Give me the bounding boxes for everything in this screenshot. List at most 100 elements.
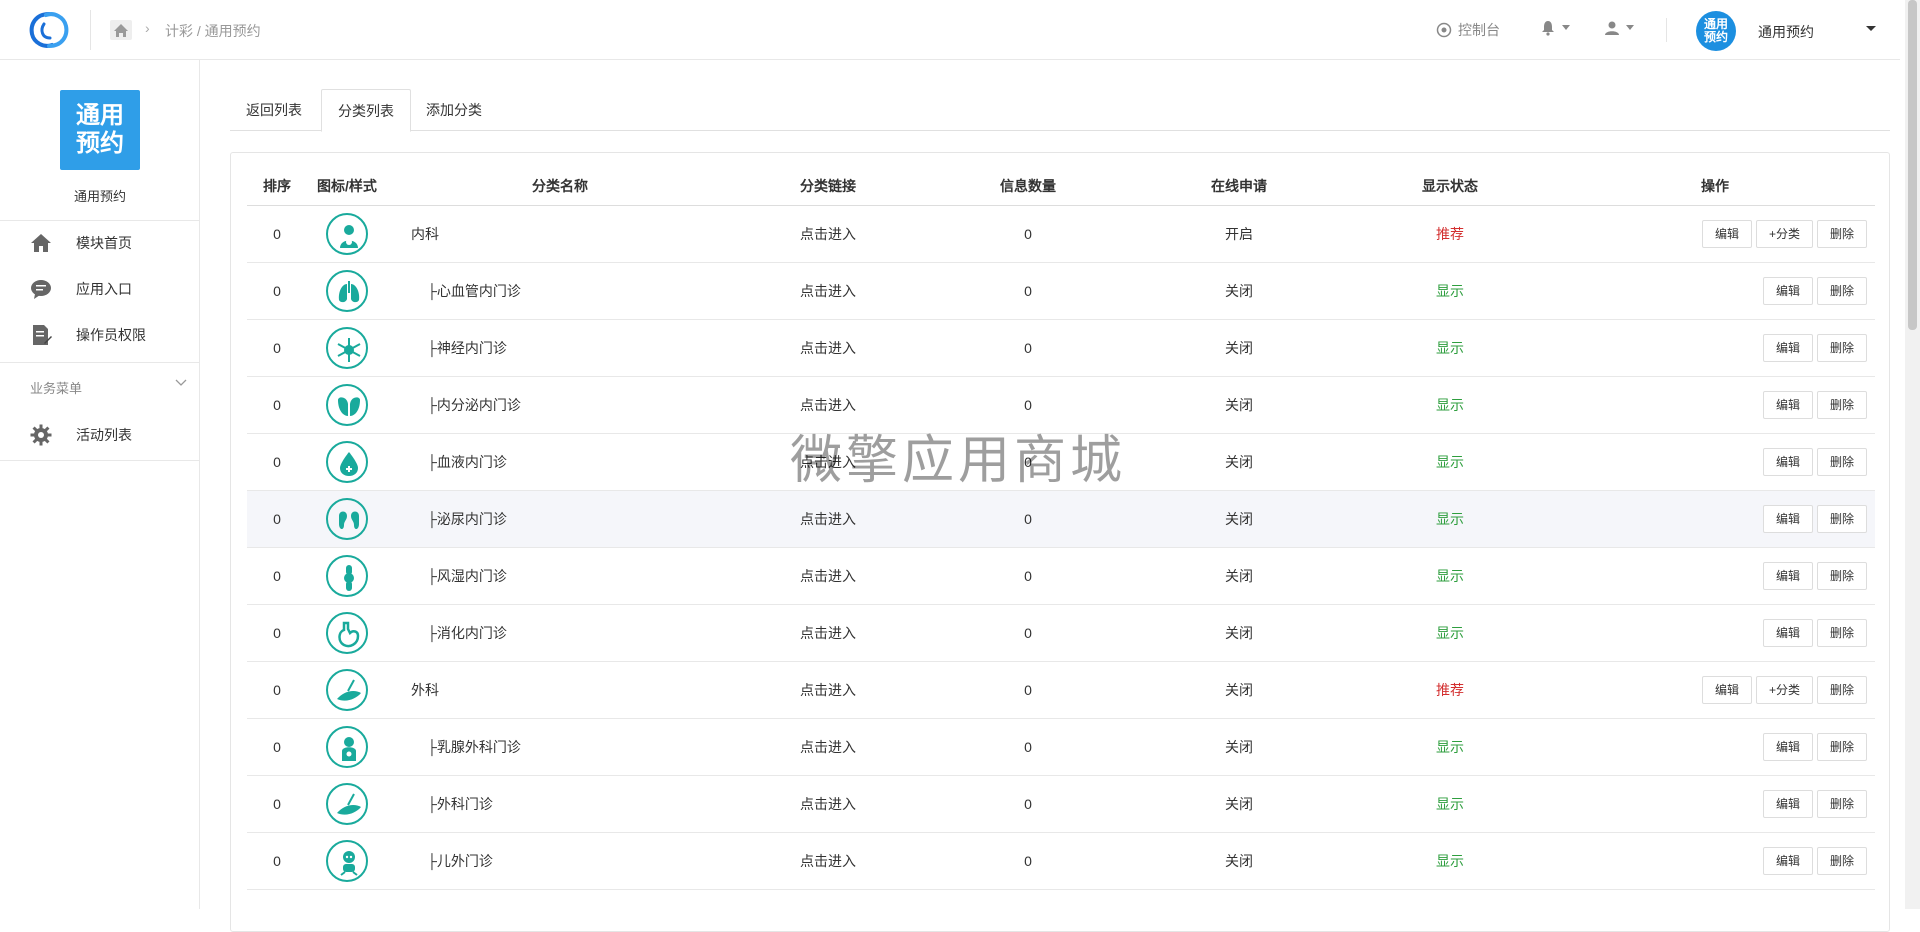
home-icon[interactable]: [110, 20, 132, 40]
display-status: 显示: [1345, 832, 1555, 890]
column-header: 排序: [247, 167, 307, 206]
column-header: 操作: [1555, 167, 1875, 206]
icon-cell: [307, 775, 387, 833]
sidebar-item-app-entry[interactable]: 应用入口: [0, 266, 200, 312]
endocrine-icon: [326, 383, 368, 426]
category-name: ├儿外门诊: [387, 832, 733, 890]
info-count: 0: [923, 319, 1133, 377]
brand-logo-icon[interactable]: [26, 10, 72, 50]
icon-cell: [307, 718, 387, 776]
actions-cell: 编辑 删除: [1555, 490, 1875, 548]
edit-button[interactable]: 编辑: [1762, 333, 1813, 362]
caret-down-icon[interactable]: [1866, 26, 1876, 31]
blood-drop-icon: [326, 440, 368, 483]
delete-button[interactable]: 删除: [1816, 219, 1867, 248]
delete-button[interactable]: 删除: [1816, 846, 1867, 875]
info-count: 0: [923, 376, 1133, 434]
category-link[interactable]: 点击进入: [733, 433, 923, 491]
info-count: 0: [923, 490, 1133, 548]
joint-icon: [326, 554, 368, 597]
divider: [1666, 18, 1667, 42]
category-name: ├心血管内门诊: [387, 262, 733, 320]
edit-button[interactable]: 编辑: [1762, 447, 1813, 476]
online-apply-status: 关闭: [1133, 319, 1345, 377]
notifications-dropdown[interactable]: [1540, 20, 1570, 36]
display-status: 显示: [1345, 547, 1555, 605]
table-row: 0 ├血液内门诊 点击进入 0 关闭 显示 编辑 删除: [247, 433, 1875, 491]
edit-button[interactable]: 编辑: [1762, 561, 1813, 590]
edit-button[interactable]: 编辑: [1762, 390, 1813, 419]
edit-button[interactable]: 编辑: [1762, 276, 1813, 305]
delete-button[interactable]: 删除: [1816, 276, 1867, 305]
tab-category-list[interactable]: 分类列表: [321, 89, 411, 132]
chevron-right-icon: ›: [145, 20, 150, 36]
user-menu-dropdown[interactable]: [1604, 20, 1634, 36]
chevron-down-icon[interactable]: [175, 378, 187, 388]
edit-button[interactable]: 编辑: [1762, 618, 1813, 647]
category-table-panel: 排序 图标/样式 分类名称 分类链接 信息数量 在线申请 显示状态 操作 0 内…: [230, 152, 1890, 932]
category-link[interactable]: 点击进入: [733, 319, 923, 377]
delete-button[interactable]: 删除: [1816, 447, 1867, 476]
sidebar-item-module-home[interactable]: 模块首页: [0, 220, 200, 266]
icon-cell: [307, 832, 387, 890]
table-row: 0 ├儿外门诊 点击进入 0 关闭 显示 编辑 删除: [247, 832, 1875, 890]
console-link[interactable]: 控制台: [1436, 20, 1500, 40]
delete-button[interactable]: 删除: [1816, 561, 1867, 590]
category-name: ├内分泌内门诊: [387, 376, 733, 434]
actions-cell: 编辑 删除: [1555, 262, 1875, 320]
table-row: 0 内科 点击进入 0 开启 推荐 编辑 +分类 删除: [247, 205, 1875, 263]
info-count: 0: [923, 718, 1133, 776]
delete-button[interactable]: 删除: [1816, 504, 1867, 533]
icon-cell: [307, 262, 387, 320]
category-link[interactable]: 点击进入: [733, 832, 923, 890]
category-name: 内科: [387, 205, 733, 263]
table-row: 0 ├外科门诊 点击进入 0 关闭 显示 编辑 删除: [247, 775, 1875, 833]
icon-cell: [307, 490, 387, 548]
sidebar-item-label: 模块首页: [76, 235, 132, 251]
neuron-icon: [326, 326, 368, 369]
scrollbar-thumb[interactable]: [1908, 0, 1917, 330]
tab-back-to-list[interactable]: 返回列表: [230, 89, 318, 131]
info-count: 0: [923, 661, 1133, 719]
info-count: 0: [923, 433, 1133, 491]
chat-icon: [31, 280, 51, 299]
delete-button[interactable]: 删除: [1816, 732, 1867, 761]
account-name[interactable]: 通用预约: [1758, 22, 1814, 42]
tab-add-category[interactable]: 添加分类: [410, 89, 498, 131]
category-link[interactable]: 点击进入: [733, 262, 923, 320]
category-link[interactable]: 点击进入: [733, 376, 923, 434]
sidebar-group-label[interactable]: 业务菜单: [30, 378, 82, 397]
category-link[interactable]: 点击进入: [733, 604, 923, 662]
edit-button[interactable]: 编辑: [1701, 675, 1752, 704]
online-apply-status: 关闭: [1133, 832, 1345, 890]
category-link[interactable]: 点击进入: [733, 205, 923, 263]
add-subcategory-button[interactable]: +分类: [1755, 219, 1813, 248]
actions-cell: 编辑 删除: [1555, 604, 1875, 662]
delete-button[interactable]: 删除: [1816, 333, 1867, 362]
vertical-scrollbar[interactable]: [1905, 0, 1920, 909]
info-count: 0: [923, 832, 1133, 890]
edit-button[interactable]: 编辑: [1762, 789, 1813, 818]
actions-cell: 编辑 删除: [1555, 775, 1875, 833]
delete-button[interactable]: 删除: [1816, 390, 1867, 419]
edit-button[interactable]: 编辑: [1701, 219, 1752, 248]
category-link[interactable]: 点击进入: [733, 775, 923, 833]
divider: [90, 10, 91, 50]
delete-button[interactable]: 删除: [1816, 675, 1867, 704]
category-link[interactable]: 点击进入: [733, 661, 923, 719]
delete-button[interactable]: 删除: [1816, 618, 1867, 647]
edit-button[interactable]: 编辑: [1762, 846, 1813, 875]
avatar[interactable]: 通用 预约: [1696, 11, 1736, 51]
edit-button[interactable]: 编辑: [1762, 504, 1813, 533]
sidebar-item-activity-list[interactable]: 活动列表: [0, 412, 200, 458]
category-link[interactable]: 点击进入: [733, 718, 923, 776]
breadcrumb[interactable]: 计彩 / 通用预约: [165, 21, 261, 41]
delete-button[interactable]: 删除: [1816, 789, 1867, 818]
edit-button[interactable]: 编辑: [1762, 732, 1813, 761]
category-link[interactable]: 点击进入: [733, 547, 923, 605]
add-subcategory-button[interactable]: +分类: [1755, 675, 1813, 704]
sidebar-item-operator-permissions[interactable]: 操作员权限: [0, 312, 200, 358]
column-header: 信息数量: [923, 167, 1133, 206]
category-link[interactable]: 点击进入: [733, 490, 923, 548]
category-name: ├乳腺外科门诊: [387, 718, 733, 776]
